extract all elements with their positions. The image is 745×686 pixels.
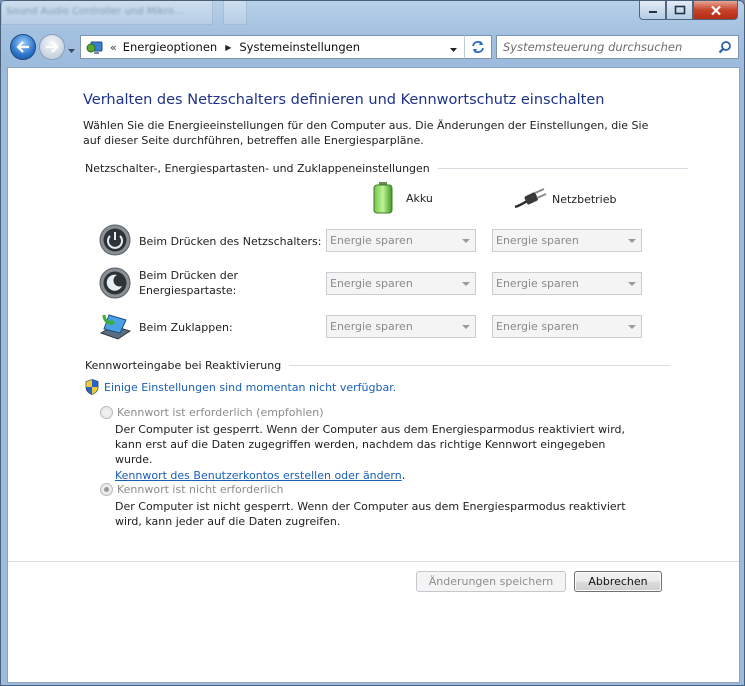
background-window-tab: Sound Audio Controller und Mikro...: [1, 1, 213, 25]
refresh-icon: [472, 41, 484, 53]
power-plug-icon: [514, 188, 547, 209]
dropdown-arrow-icon: [628, 239, 636, 243]
password-not-required-radio[interactable]: [100, 483, 113, 496]
title-bar: Sound Audio Controller und Mikro...: [1, 1, 744, 27]
row-lid-label: Beim Zuklappen:: [139, 321, 233, 334]
power-button-ac-select[interactable]: Energie sparen: [492, 229, 642, 252]
breadcrumb-energieoptionen[interactable]: Energieoptionen: [123, 40, 217, 54]
unavailable-settings-link[interactable]: Einige Einstellungen sind momentan nicht…: [104, 381, 396, 394]
password-required-description: Der Computer ist gesperrt. Wenn der Comp…: [115, 423, 626, 466]
column-ac-label: Netzbetrieb: [552, 192, 617, 206]
cancel-button[interactable]: Abbrechen: [574, 571, 662, 592]
column-battery-header: Akku: [372, 182, 433, 214]
laptop-lid-icon: [99, 314, 132, 340]
password-required-label[interactable]: Kennwort ist erforderlich (empfohlen): [117, 406, 324, 419]
page-intro: Wählen Sie die Energieeinstellungen für …: [83, 119, 649, 147]
chevron-down-icon: [68, 49, 75, 53]
forward-arrow-icon: [46, 41, 59, 53]
navigation-bar: « Energieoptionen ▶ Systemeinstellungen: [1, 29, 744, 65]
unavailable-settings-row: Einige Einstellungen sind momentan nicht…: [85, 379, 396, 395]
breadcrumb-overflow[interactable]: «: [110, 41, 117, 54]
search-box[interactable]: [496, 35, 739, 59]
section-divider: [289, 365, 671, 366]
forward-button[interactable]: [39, 34, 65, 60]
control-panel-icon: [86, 41, 103, 54]
sleep-button-icon: [99, 267, 131, 299]
dropdown-arrow-icon: [628, 325, 636, 329]
sleep-button-battery-select[interactable]: Energie sparen: [326, 272, 476, 295]
row-power-button-label: Beim Drücken des Netzschalters:: [139, 235, 322, 248]
dropdown-arrow-icon: [462, 282, 470, 286]
close-icon: [710, 5, 721, 15]
section-password-label: Kennworteingabe bei Reaktivierung: [85, 359, 282, 372]
address-bar[interactable]: « Energieoptionen ▶ Systemeinstellungen: [80, 35, 465, 59]
dropdown-arrow-icon: [628, 282, 636, 286]
change-password-link[interactable]: Kennwort des Benutzerkontos erstellen od…: [115, 469, 402, 482]
close-button[interactable]: [693, 1, 738, 20]
password-required-radio[interactable]: [100, 406, 113, 419]
recent-pages-dropdown[interactable]: [67, 43, 76, 57]
password-not-required-label[interactable]: Kennwort ist nicht erforderlich: [117, 483, 284, 496]
content-pane: Verhalten des Netzschalters definieren u…: [7, 67, 740, 683]
minimize-button[interactable]: [639, 1, 666, 20]
dropdown-arrow-icon: [462, 239, 470, 243]
background-window-tab-2: [223, 1, 247, 25]
page-title: Verhalten des Netzschalters definieren u…: [83, 92, 605, 108]
save-changes-button[interactable]: Änderungen speichern: [416, 571, 566, 592]
maximize-button[interactable]: [666, 1, 693, 20]
battery-icon: [373, 182, 393, 214]
search-icon[interactable]: [718, 40, 732, 54]
maximize-icon: [674, 5, 685, 15]
power-button-icon: [99, 224, 131, 256]
breadcrumb-systemeinstellungen[interactable]: Systemeinstellungen: [239, 40, 360, 54]
option-password-not-required: Kennwort ist nicht erforderlich Der Comp…: [100, 483, 635, 529]
refresh-button[interactable]: [464, 35, 492, 59]
section-divider: [437, 168, 688, 169]
dropdown-arrow-icon: [462, 325, 470, 329]
lid-battery-select[interactable]: Energie sparen: [326, 315, 476, 338]
chevron-down-icon: [450, 48, 457, 52]
section-power-header: Netzschalter-, Energiespartasten- und Zu…: [85, 162, 688, 175]
window-frame: Sound Audio Controller und Mikro... « En…: [0, 0, 745, 686]
password-not-required-description: Der Computer ist nicht gesperrt. Wenn de…: [115, 500, 626, 528]
address-dropdown[interactable]: [449, 42, 458, 56]
power-button-battery-select[interactable]: Energie sparen: [326, 229, 476, 252]
window-controls: [639, 1, 738, 20]
footer-divider: [8, 561, 739, 562]
back-button[interactable]: [10, 34, 36, 60]
uac-shield-icon: [85, 379, 99, 395]
sleep-button-ac-select[interactable]: Energie sparen: [492, 272, 642, 295]
section-password-header: Kennworteingabe bei Reaktivierung: [85, 359, 671, 372]
breadcrumb-separator-icon[interactable]: ▶: [225, 43, 231, 52]
column-battery-label: Akku: [406, 191, 433, 205]
search-input[interactable]: [497, 40, 707, 54]
section-power-label: Netzschalter-, Energiespartasten- und Zu…: [85, 162, 430, 175]
row-sleep-button-label: Beim Drücken der Energiespartaste:: [139, 269, 239, 297]
column-ac-header: Netzbetrieb: [513, 187, 616, 211]
option-password-required: Kennwort ist erforderlich (empfohlen) De…: [100, 406, 635, 482]
lid-ac-select[interactable]: Energie sparen: [492, 315, 642, 338]
back-arrow-icon: [16, 41, 29, 53]
minimize-icon: [648, 11, 657, 13]
